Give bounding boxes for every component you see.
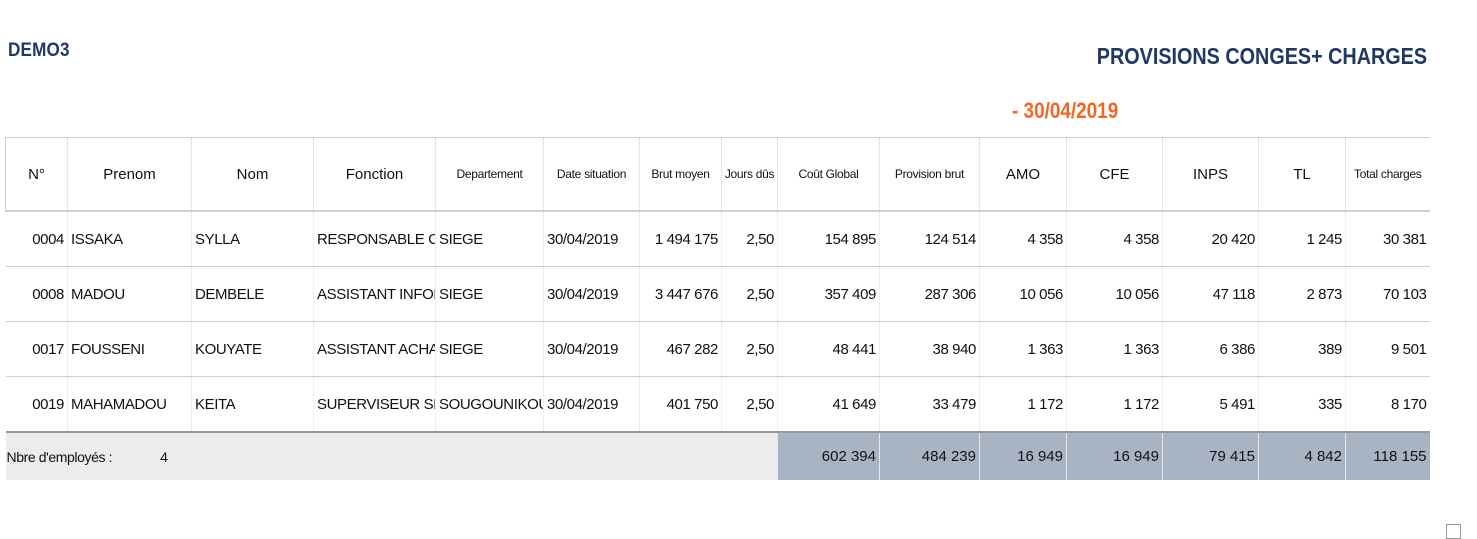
cell-jours-dus: 2,50 bbox=[721, 266, 778, 322]
cell-num: 0004 bbox=[5, 211, 68, 267]
col-header-cout-global: Coût Global bbox=[777, 137, 880, 212]
cell-total-charges: 30 381 bbox=[1345, 211, 1430, 267]
report-date: - 30/04/2019 bbox=[1012, 98, 1119, 123]
cell-tl: 1 245 bbox=[1258, 211, 1346, 267]
col-header-amo: AMO bbox=[979, 137, 1067, 212]
cell-inps: 47 118 bbox=[1162, 266, 1259, 322]
cell-amo: 4 358 bbox=[979, 211, 1067, 267]
cell-tl: 389 bbox=[1258, 321, 1346, 377]
col-header-date-situation: Date situation bbox=[543, 137, 640, 212]
cell-total-charges: 8 170 bbox=[1345, 376, 1430, 433]
cell-provision-brut: 287 306 bbox=[879, 266, 980, 322]
cell-total-charges: 9 501 bbox=[1345, 321, 1430, 377]
col-header-brut-moyen: Brut moyen bbox=[639, 137, 722, 212]
table-row: 0017 FOUSSENI KOUYATE ASSISTANT ACHA SIEGE 30… bbox=[5, 321, 1430, 377]
col-header-tl: TL bbox=[1258, 137, 1346, 212]
col-header-fonction: Fonction bbox=[313, 137, 436, 212]
cell-inps: 20 420 bbox=[1162, 211, 1259, 267]
col-header-total-charges: Total charges bbox=[1345, 137, 1430, 212]
cell-departement: SIEGE bbox=[435, 266, 544, 322]
cell-nom: SYLLA bbox=[191, 211, 314, 267]
col-header-provision-brut: Provision brut bbox=[879, 137, 980, 212]
col-header-prenom: Prenom bbox=[67, 137, 192, 212]
cell-prenom: FOUSSENI bbox=[67, 321, 192, 377]
cell-tl: 335 bbox=[1258, 376, 1346, 433]
total-tl: 4 842 bbox=[1258, 431, 1346, 480]
cell-brut-moyen: 3 447 676 bbox=[639, 266, 722, 322]
col-header-inps: INPS bbox=[1162, 137, 1259, 212]
cell-num: 0019 bbox=[5, 376, 68, 433]
cell-fonction: RESPONSABLE C bbox=[313, 211, 436, 267]
cell-nom: KEITA bbox=[191, 376, 314, 433]
employee-count-value: 4 bbox=[160, 448, 168, 465]
cell-cout-global: 154 895 bbox=[777, 211, 880, 267]
report-title: PROVISIONS CONGES+ CHARGES bbox=[1096, 43, 1427, 69]
cell-brut-moyen: 401 750 bbox=[639, 376, 722, 433]
cell-provision-brut: 33 479 bbox=[879, 376, 980, 433]
total-cout-global: 602 394 bbox=[777, 431, 880, 480]
cell-total-charges: 70 103 bbox=[1345, 266, 1430, 322]
cell-nom: KOUYATE bbox=[191, 321, 314, 377]
cell-amo: 1 172 bbox=[979, 376, 1067, 433]
cell-cout-global: 357 409 bbox=[777, 266, 880, 322]
cell-inps: 5 491 bbox=[1162, 376, 1259, 433]
cell-fonction: ASSISTANT ACHA bbox=[313, 321, 436, 377]
cell-nom: DEMBELE bbox=[191, 266, 314, 322]
cell-prenom: ISSAKA bbox=[67, 211, 192, 267]
cell-cfe: 1 363 bbox=[1066, 321, 1163, 377]
cell-provision-brut: 38 940 bbox=[879, 321, 980, 377]
total-cfe: 16 949 bbox=[1066, 431, 1163, 480]
col-header-departement: Departement bbox=[435, 137, 544, 212]
total-provision-brut: 484 239 bbox=[879, 431, 980, 480]
cell-fonction: SUPERVISEUR SE bbox=[313, 376, 436, 433]
cell-num: 0017 bbox=[5, 321, 68, 377]
cell-cfe: 10 056 bbox=[1066, 266, 1163, 322]
cell-departement: SIEGE bbox=[435, 211, 544, 267]
cell-date-situation: 30/04/2019 bbox=[543, 266, 640, 322]
company-name: DEMO3 bbox=[8, 40, 70, 61]
cell-tl: 2 873 bbox=[1258, 266, 1346, 322]
cell-prenom: MADOU bbox=[67, 266, 192, 322]
total-amo: 16 949 bbox=[979, 431, 1067, 480]
col-header-jours-dus: Jours dûs bbox=[721, 137, 778, 212]
col-header-num: N° bbox=[5, 137, 68, 212]
cell-fonction: ASSISTANT INFOR bbox=[313, 266, 436, 322]
cell-date-situation: 30/04/2019 bbox=[543, 211, 640, 267]
table-row: 0008 MADOU DEMBELE ASSISTANT INFOR SIEGE 30/0… bbox=[5, 266, 1430, 322]
cell-amo: 10 056 bbox=[979, 266, 1067, 322]
cell-brut-moyen: 1 494 175 bbox=[639, 211, 722, 267]
cell-prenom: MAHAMADOU bbox=[67, 376, 192, 433]
cell-provision-brut: 124 514 bbox=[879, 211, 980, 267]
cell-amo: 1 363 bbox=[979, 321, 1067, 377]
cell-cout-global: 41 649 bbox=[777, 376, 880, 433]
cell-cfe: 1 172 bbox=[1066, 376, 1163, 433]
cell-jours-dus: 2,50 bbox=[721, 321, 778, 377]
provisions-table: N° Prenom Nom Fonction Departement Date … bbox=[5, 137, 1430, 480]
cell-inps: 6 386 bbox=[1162, 321, 1259, 377]
cell-cfe: 4 358 bbox=[1066, 211, 1163, 267]
header-row: N° Prenom Nom Fonction Departement Date … bbox=[5, 137, 1430, 212]
col-header-nom: Nom bbox=[191, 137, 314, 212]
cell-num: 0008 bbox=[5, 266, 68, 322]
totals-row: Nbre d'employés : 4 602 394 484 239 16 94… bbox=[5, 431, 1430, 480]
table-row: 0019 MAHAMADOU KEITA SUPERVISEUR SE SOUGOUNI… bbox=[5, 376, 1430, 433]
total-total-charges: 118 155 bbox=[1345, 431, 1430, 480]
cell-jours-dus: 2,50 bbox=[721, 211, 778, 267]
cell-departement: SOUGOUNIKOU bbox=[435, 376, 544, 433]
employee-count-label: Nbre d'employés : bbox=[6, 448, 113, 465]
col-header-cfe: CFE bbox=[1066, 137, 1163, 212]
cell-departement: SIEGE bbox=[435, 321, 544, 377]
cell-jours-dus: 2,50 bbox=[721, 376, 778, 433]
table-row: 0004 ISSAKA SYLLA RESPONSABLE C SIEGE 30/04/2… bbox=[5, 211, 1430, 267]
total-inps: 79 415 bbox=[1162, 431, 1259, 480]
employee-count-cell: Nbre d'employés : 4 bbox=[5, 431, 778, 480]
cell-cout-global: 48 441 bbox=[777, 321, 880, 377]
cell-brut-moyen: 467 282 bbox=[639, 321, 722, 377]
cell-date-situation: 30/04/2019 bbox=[543, 376, 640, 433]
cell-date-situation: 30/04/2019 bbox=[543, 321, 640, 377]
checkbox[interactable] bbox=[1446, 524, 1461, 539]
